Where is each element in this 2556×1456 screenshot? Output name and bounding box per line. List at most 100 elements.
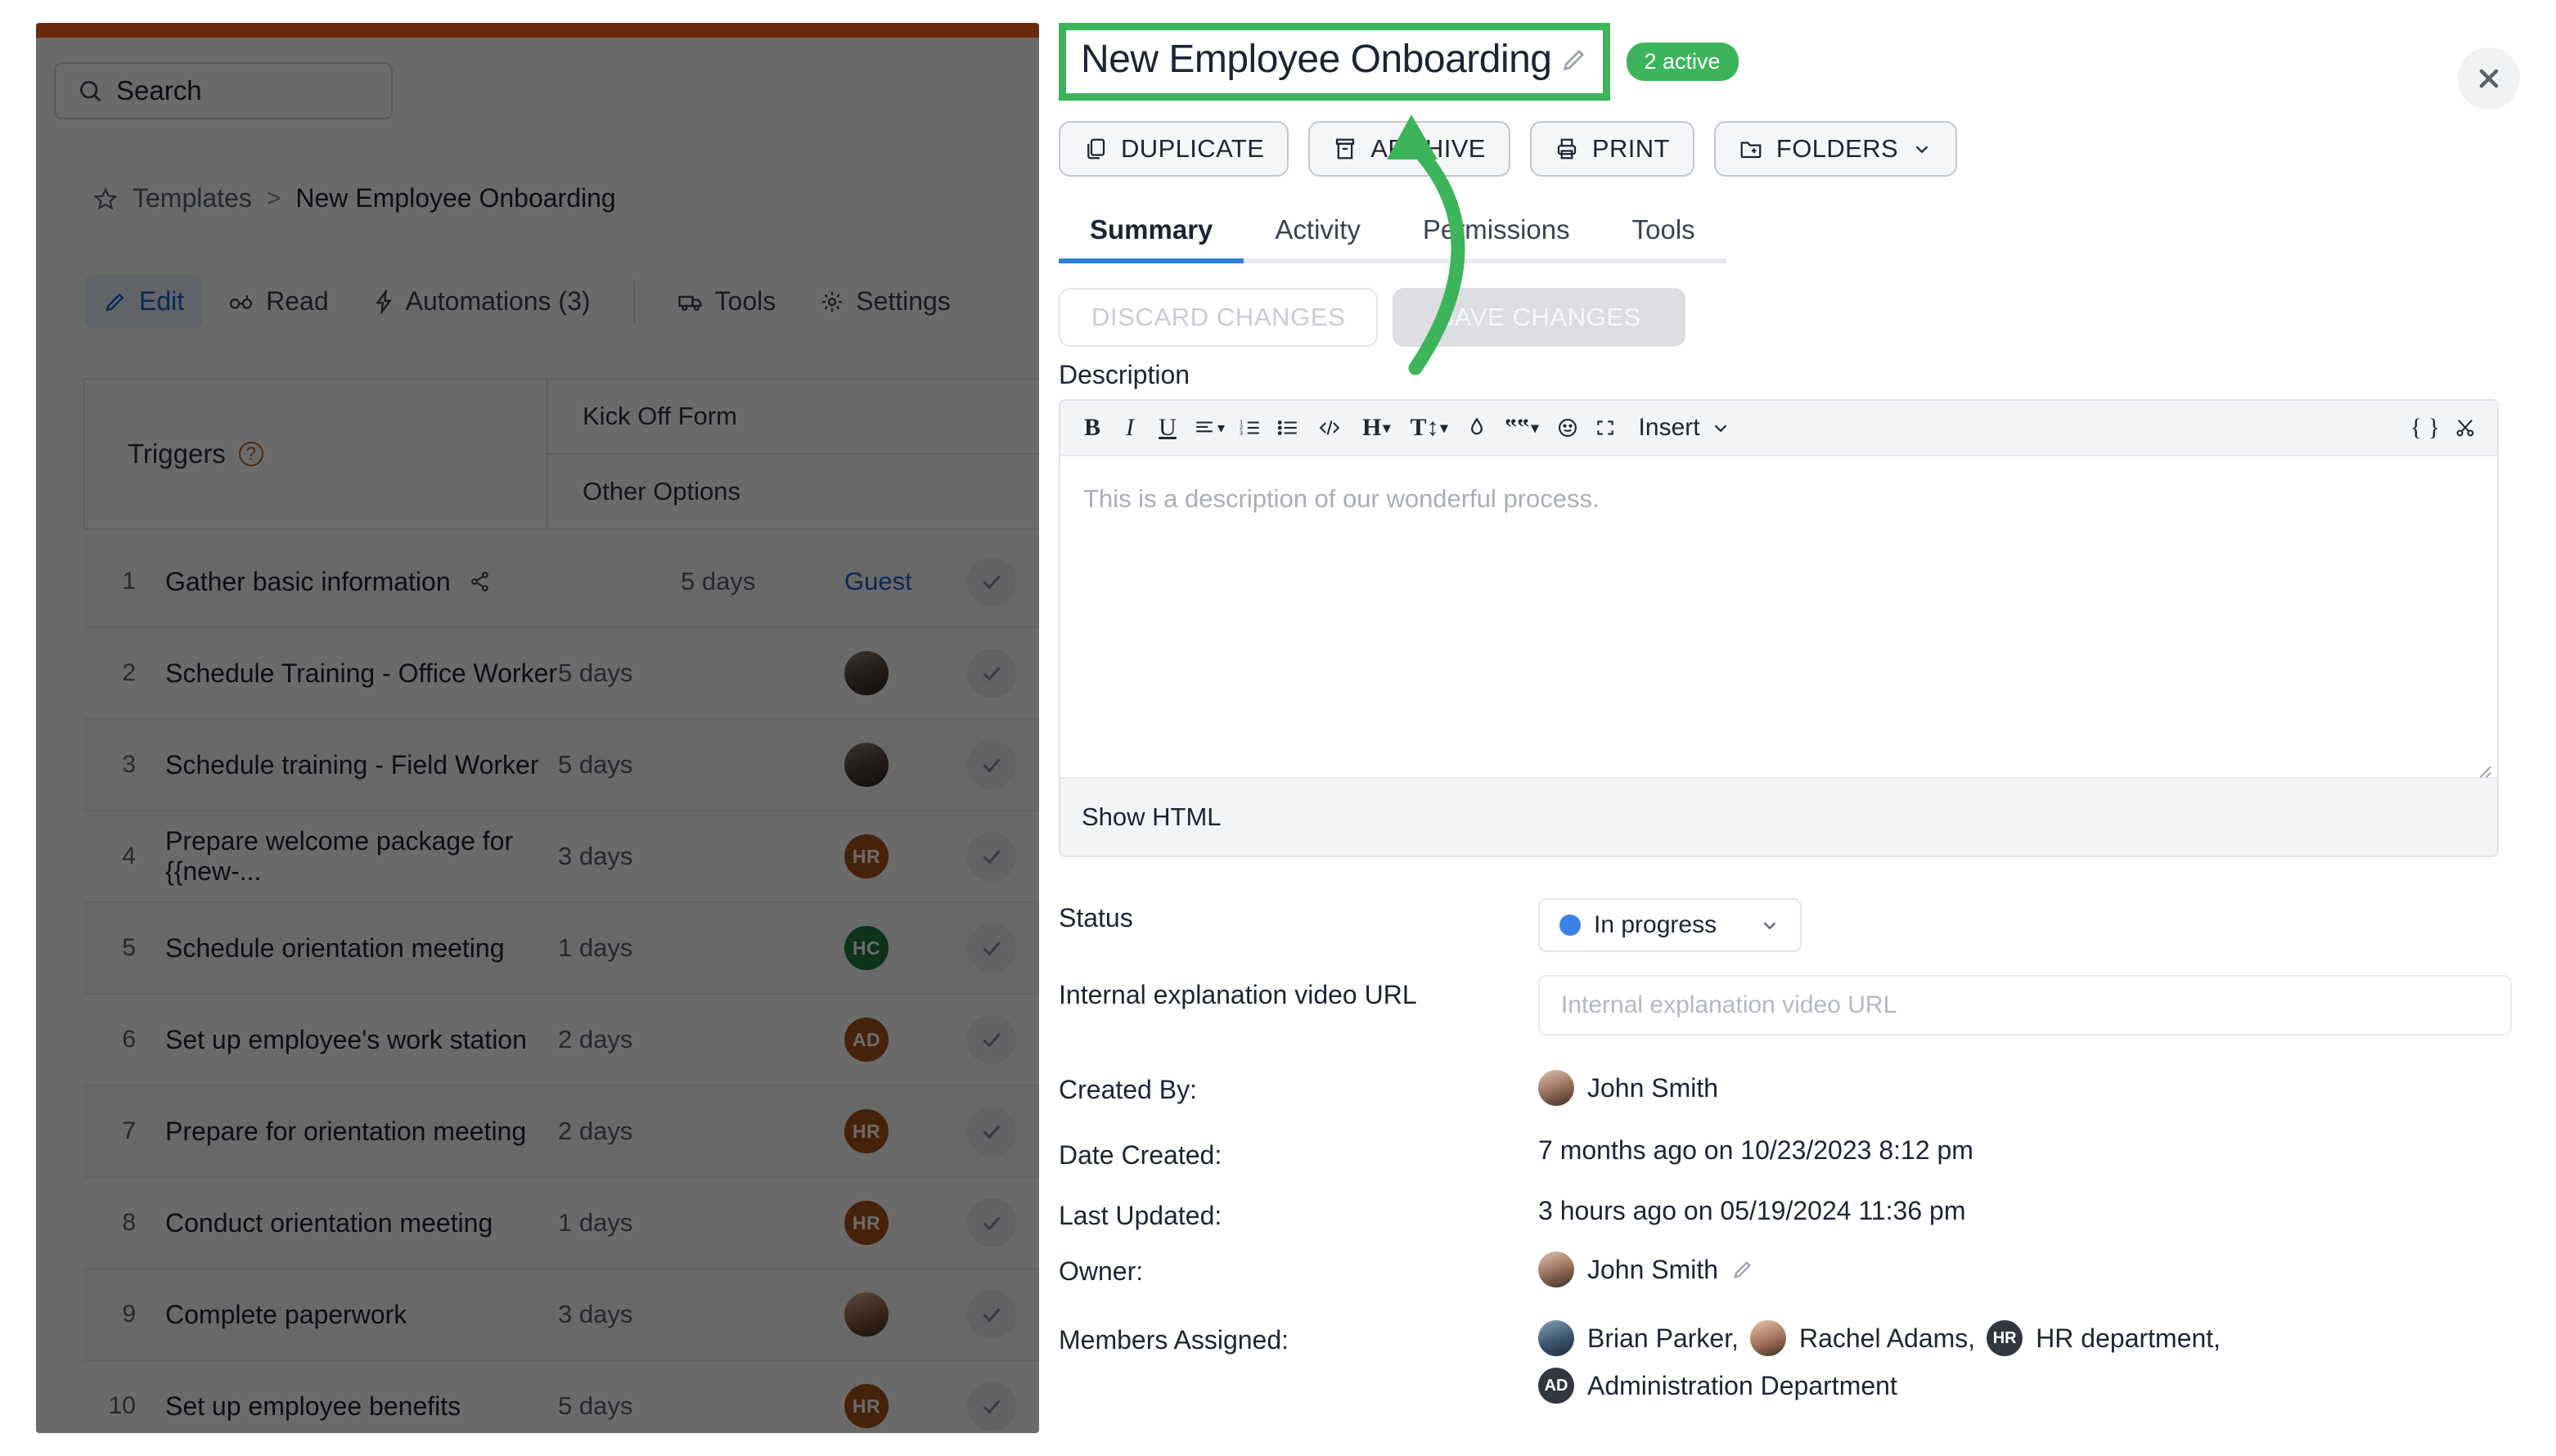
insert-dropdown[interactable]: Insert	[1626, 414, 1744, 442]
owner-value: John Smith	[1538, 1252, 2523, 1287]
member-item[interactable]: HR HR department,	[1987, 1320, 2221, 1356]
font-size-icon[interactable]: T↕ ▾	[1402, 409, 1456, 447]
pencil-icon[interactable]	[1731, 1258, 1754, 1281]
nav-tab-edit[interactable]: Edit	[85, 275, 203, 328]
status-select[interactable]: In progress	[1538, 898, 1802, 952]
breadcrumb-templates[interactable]: Templates	[133, 183, 252, 213]
discard-changes-button[interactable]: DISCARD CHANGES	[1059, 288, 1379, 347]
task-assignee-avatar[interactable]	[844, 1292, 967, 1337]
check-circle-icon[interactable]	[967, 1382, 1016, 1431]
task-assignee-avatar[interactable]: HC	[844, 926, 967, 970]
question-icon[interactable]: ?	[238, 442, 263, 466]
task-assignee-avatar[interactable]: HR	[844, 1201, 967, 1245]
tab-activity[interactable]: Activity	[1244, 206, 1392, 263]
task-assignee-avatar[interactable]: HR	[844, 1109, 967, 1153]
star-icon[interactable]	[93, 186, 118, 211]
nav-tab-settings-label: Settings	[856, 286, 951, 316]
ordered-list-icon[interactable]: 1 2 3	[1233, 409, 1267, 447]
task-assignee-avatar[interactable]	[844, 743, 967, 787]
table-row[interactable]: 1 Gather basic information 5 days Guest	[83, 537, 1039, 628]
check-circle-icon[interactable]	[967, 1290, 1016, 1339]
emoji-icon[interactable]	[1550, 409, 1585, 447]
text-color-icon[interactable]	[1460, 409, 1494, 447]
status-label: Status	[1059, 903, 1133, 932]
fullscreen-icon[interactable]	[1588, 409, 1622, 447]
task-status-cell	[967, 557, 1039, 606]
close-icon	[2474, 64, 2504, 93]
trigger-row-kick-off-form[interactable]: Kick Off Form	[548, 380, 1039, 453]
task-assignee-avatar[interactable]	[844, 651, 967, 695]
video-url-input[interactable]: Internal explanation video URL	[1538, 975, 2512, 1036]
scissors-icon[interactable]	[2448, 409, 2482, 447]
avatar: HR	[844, 834, 889, 879]
check-circle-icon[interactable]	[967, 923, 1016, 973]
tab-summary[interactable]: Summary	[1059, 206, 1244, 263]
nav-tab-automations[interactable]: Automations (3)	[355, 275, 609, 328]
table-row[interactable]: 9 Complete paperwork 3 days	[83, 1270, 1039, 1361]
browser-title-bar	[36, 23, 1039, 38]
task-assignee-avatar[interactable]: AD	[844, 1018, 967, 1062]
task-duration: 5 days	[681, 567, 756, 595]
check-circle-icon[interactable]	[967, 1015, 1016, 1064]
archive-button[interactable]: ARCHIVE	[1308, 121, 1510, 177]
print-button[interactable]: PRINT	[1529, 121, 1694, 177]
heading-icon[interactable]: H ▾	[1354, 409, 1398, 447]
title-highlight-box: New Employee Onboarding	[1059, 23, 1610, 101]
tab-permissions[interactable]: Permissions	[1391, 206, 1601, 263]
task-duration: 1 days	[558, 933, 633, 962]
nav-tab-settings[interactable]: Settings	[802, 275, 969, 328]
table-row[interactable]: 7 Prepare for orientation meeting 2 days…	[83, 1086, 1039, 1178]
created-by-value: John Smith	[1538, 1070, 2523, 1106]
nav-tab-tools[interactable]: Tools	[659, 275, 794, 328]
table-row[interactable]: 10 Set up employee benefits 5 days HR	[83, 1361, 1039, 1433]
check-circle-icon[interactable]	[967, 1107, 1016, 1156]
check-circle-icon[interactable]	[967, 1198, 1016, 1247]
folders-button[interactable]: FOLDERS	[1713, 121, 1958, 177]
check-circle-icon[interactable]	[967, 557, 1016, 606]
table-row[interactable]: 8 Conduct orientation meeting 1 days HR	[83, 1178, 1039, 1270]
table-row[interactable]: 6 Set up employee's work station 2 days …	[83, 995, 1039, 1086]
member-item[interactable]: Rachel Adams,	[1749, 1320, 1975, 1356]
truck-icon	[677, 290, 704, 314]
table-row[interactable]: 2 Schedule Training - Office Worker 5 da…	[83, 628, 1039, 720]
table-row[interactable]: 3 Schedule training - Field Worker 5 day…	[83, 720, 1039, 811]
task-assignee-avatar[interactable]: HR	[844, 834, 967, 879]
trigger-row-other-options[interactable]: Other Options	[548, 453, 1039, 528]
align-icon[interactable]: ▾	[1188, 409, 1230, 447]
code-braces-icon[interactable]: { }	[2405, 409, 2445, 447]
share-icon[interactable]	[469, 570, 492, 593]
table-row[interactable]: 4 Prepare welcome package for {{new-... …	[83, 811, 1039, 903]
table-row[interactable]: 5 Schedule orientation meeting 1 days HC	[83, 903, 1039, 995]
search-input[interactable]: Search	[54, 62, 393, 119]
show-html-toggle[interactable]: Show HTML	[1060, 777, 2497, 856]
date-created-value: 7 months ago on 10/23/2023 8:12 pm	[1538, 1135, 1973, 1165]
save-changes-button[interactable]: SAVE CHANGES	[1393, 288, 1685, 347]
bullet-list-icon[interactable]	[1271, 409, 1305, 447]
member-item[interactable]: AD Administration Department	[1538, 1368, 1897, 1404]
tab-tools[interactable]: Tools	[1600, 206, 1726, 263]
avatar	[1749, 1320, 1786, 1356]
panel-tabs: Summary Activity Permissions Tools	[1059, 206, 1726, 263]
task-name: Complete paperwork	[165, 1299, 407, 1329]
check-circle-icon[interactable]	[967, 740, 1016, 789]
pencil-icon[interactable]	[1560, 46, 1588, 74]
check-circle-icon[interactable]	[967, 832, 1016, 881]
check-circle-icon[interactable]	[967, 649, 1016, 698]
video-url-value-cell: Internal explanation video URL	[1538, 975, 2523, 1036]
task-assignee[interactable]: Guest	[844, 567, 967, 596]
close-button[interactable]	[2458, 47, 2520, 110]
member-item[interactable]: Brian Parker,	[1538, 1320, 1739, 1356]
code-icon[interactable]	[1308, 409, 1351, 447]
resize-handle[interactable]	[2474, 756, 2492, 778]
duplicate-button[interactable]: DUPLICATE	[1059, 121, 1289, 177]
description-textarea[interactable]: This is a description of our wonderful p…	[1060, 456, 2497, 778]
task-number: 4	[122, 843, 136, 870]
italic-icon[interactable]: I	[1113, 409, 1147, 447]
bold-icon[interactable]: B	[1075, 409, 1109, 447]
nav-tab-edit-label: Edit	[139, 286, 185, 316]
nav-tab-read[interactable]: Read	[210, 275, 347, 328]
underline-icon[interactable]: U	[1150, 409, 1185, 447]
members-label: Members Assigned:	[1059, 1325, 1289, 1355]
quote-icon[interactable]: ‟‟ ▾	[1497, 409, 1547, 447]
task-assignee-avatar[interactable]: HR	[844, 1384, 967, 1428]
